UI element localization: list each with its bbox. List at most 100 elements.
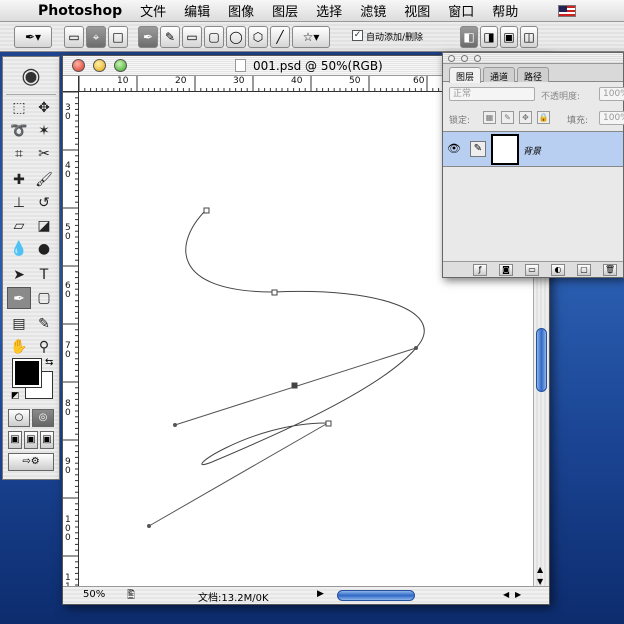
swap-colors-icon[interactable]: ⇆: [45, 357, 53, 368]
anchor-point[interactable]: [325, 420, 332, 427]
add-mask-icon[interactable]: ◙: [499, 264, 513, 276]
eye-visibility-icon[interactable]: 👁: [446, 142, 462, 156]
layer-name[interactable]: 背景: [523, 144, 541, 157]
direction-handle[interactable]: [414, 346, 418, 350]
zoom-level[interactable]: 50%: [83, 589, 105, 600]
zoom-window-button[interactable]: [114, 59, 127, 72]
path-intersect-button[interactable]: ▣: [500, 26, 518, 48]
notes-tool-icon[interactable]: ▤: [7, 313, 31, 335]
menu-select[interactable]: 选择: [316, 1, 342, 20]
tab-layers[interactable]: 图层: [449, 67, 482, 83]
menu-help[interactable]: 帮助: [492, 1, 518, 20]
freeform-pen-button[interactable]: ✎: [160, 26, 180, 48]
auto-add-delete-checkbox[interactable]: ✓: [352, 30, 363, 41]
move-tool-icon[interactable]: ✥: [32, 97, 56, 119]
fill-field[interactable]: 100%: [599, 111, 624, 125]
full-screen-mode-button[interactable]: ▣: [40, 431, 54, 449]
clone-stamp-tool-icon[interactable]: ⊥: [7, 192, 31, 214]
path-exclude-button[interactable]: ◫: [520, 26, 538, 48]
direction-handle[interactable]: [147, 524, 151, 528]
polygon-shape-button[interactable]: ⬡: [248, 26, 268, 48]
lock-all-icon[interactable]: 🔒: [537, 111, 550, 124]
vertical-ruler[interactable]: 3 0 4 0 5 0 6 0 7 0 8 0 9 0 1 0 0 1 1: [63, 92, 79, 592]
input-language-flag-icon[interactable]: [558, 5, 576, 17]
palette-minimize-button[interactable]: [461, 55, 468, 62]
menu-window[interactable]: 窗口: [448, 1, 474, 20]
healing-brush-tool-icon[interactable]: ✚: [7, 169, 31, 191]
scroll-left-arrow-icon[interactable]: ◀: [503, 590, 509, 599]
photoshop-eye-logo-icon[interactable]: ◉: [6, 61, 56, 95]
path-curve[interactable]: [185, 209, 425, 466]
foreground-color-swatch[interactable]: [12, 358, 42, 388]
menu-layer[interactable]: 图层: [272, 1, 298, 20]
lasso-tool-icon[interactable]: ➰: [7, 120, 31, 142]
new-layer-icon[interactable]: ▢: [577, 264, 591, 276]
delete-layer-icon[interactable]: 🗑: [603, 264, 617, 276]
rounded-rectangle-tool-icon[interactable]: ▢: [32, 287, 56, 309]
anchor-point[interactable]: [203, 207, 210, 214]
path-selection-tool-icon[interactable]: ➤: [7, 264, 31, 286]
pen-option-button[interactable]: ✒: [138, 26, 158, 48]
direction-handle[interactable]: [173, 423, 177, 427]
lock-position-icon[interactable]: ✥: [519, 111, 532, 124]
ruler-origin[interactable]: [63, 76, 79, 92]
blend-mode-select[interactable]: 正常: [449, 87, 535, 101]
tab-channels[interactable]: 通道: [483, 67, 516, 83]
path-add-button[interactable]: ◧: [460, 26, 478, 48]
horizontal-scroll-thumb[interactable]: [337, 590, 415, 601]
palette-close-button[interactable]: [448, 55, 455, 62]
eyedropper-tool-icon[interactable]: ✎: [32, 313, 56, 335]
new-group-icon[interactable]: ▭: [525, 264, 539, 276]
blur-tool-icon[interactable]: 💧: [7, 238, 31, 260]
tool-preset-picker[interactable]: ✒▾: [14, 26, 52, 48]
slice-tool-icon[interactable]: ✂: [32, 143, 56, 165]
fill-pixels-button[interactable]: □: [108, 26, 128, 48]
path-subtract-button[interactable]: ◨: [480, 26, 498, 48]
magic-wand-tool-icon[interactable]: ✶: [32, 120, 56, 142]
scroll-right-arrow-icon[interactable]: ▶: [515, 590, 521, 599]
line-shape-button[interactable]: ╱: [270, 26, 290, 48]
tab-paths[interactable]: 路径: [517, 67, 550, 83]
dodge-tool-icon[interactable]: ●: [32, 238, 56, 260]
document-preview-icon[interactable]: 🖺: [127, 588, 135, 604]
standard-screen-mode-button[interactable]: ▣: [8, 431, 22, 449]
vertical-scroll-thumb[interactable]: [536, 328, 547, 392]
type-tool-icon[interactable]: T: [32, 264, 56, 286]
rounded-rect-shape-button[interactable]: ▢: [204, 26, 224, 48]
lock-image-icon[interactable]: ✎: [501, 111, 514, 124]
gradient-tool-icon[interactable]: ◪: [32, 215, 56, 237]
default-colors-icon[interactable]: ◩: [11, 391, 20, 401]
ellipse-shape-button[interactable]: ◯: [226, 26, 246, 48]
quick-mask-mode-button[interactable]: ◎: [32, 409, 54, 427]
menu-view[interactable]: 视图: [404, 1, 430, 20]
hand-tool-icon[interactable]: ✋: [7, 336, 31, 358]
zoom-tool-icon[interactable]: ⚲: [32, 336, 56, 358]
menu-edit[interactable]: 编辑: [184, 1, 210, 20]
scroll-down-arrow-icon[interactable]: ▼: [537, 577, 543, 586]
status-menu-arrow-icon[interactable]: ▶: [317, 589, 324, 599]
palette-zoom-button[interactable]: [474, 55, 481, 62]
layer-brush-link-icon[interactable]: ✎: [470, 141, 486, 157]
rectangle-shape-button[interactable]: ▭: [182, 26, 202, 48]
close-window-button[interactable]: [72, 59, 85, 72]
full-screen-menu-mode-button[interactable]: ▣: [24, 431, 38, 449]
jump-to-imageready-button[interactable]: ⇨⚙: [8, 453, 54, 471]
app-menu[interactable]: Photoshop: [38, 3, 122, 19]
lock-transparency-icon[interactable]: ▦: [483, 111, 496, 124]
palette-title-bar[interactable]: [443, 53, 623, 64]
adjustment-layer-icon[interactable]: ◐: [551, 264, 565, 276]
layer-style-icon[interactable]: ƒ: [473, 264, 487, 276]
menu-file[interactable]: 文件: [140, 1, 166, 20]
custom-shape-picker[interactable]: ☆▾: [292, 26, 330, 48]
anchor-point[interactable]: [271, 289, 278, 296]
document-proxy-icon[interactable]: [235, 59, 246, 72]
layer-row-background[interactable]: 👁 ✎ 背景: [443, 131, 623, 167]
pen-tool-icon[interactable]: ✒: [7, 287, 31, 309]
menu-filter[interactable]: 滤镜: [360, 1, 386, 20]
paths-mode-button[interactable]: ⌖: [86, 26, 106, 48]
minimize-window-button[interactable]: [93, 59, 106, 72]
standard-mode-button[interactable]: ○: [8, 409, 30, 427]
eraser-tool-icon[interactable]: ▱: [7, 215, 31, 237]
menu-image[interactable]: 图像: [228, 1, 254, 20]
brush-tool-icon[interactable]: 🖌: [32, 169, 56, 191]
